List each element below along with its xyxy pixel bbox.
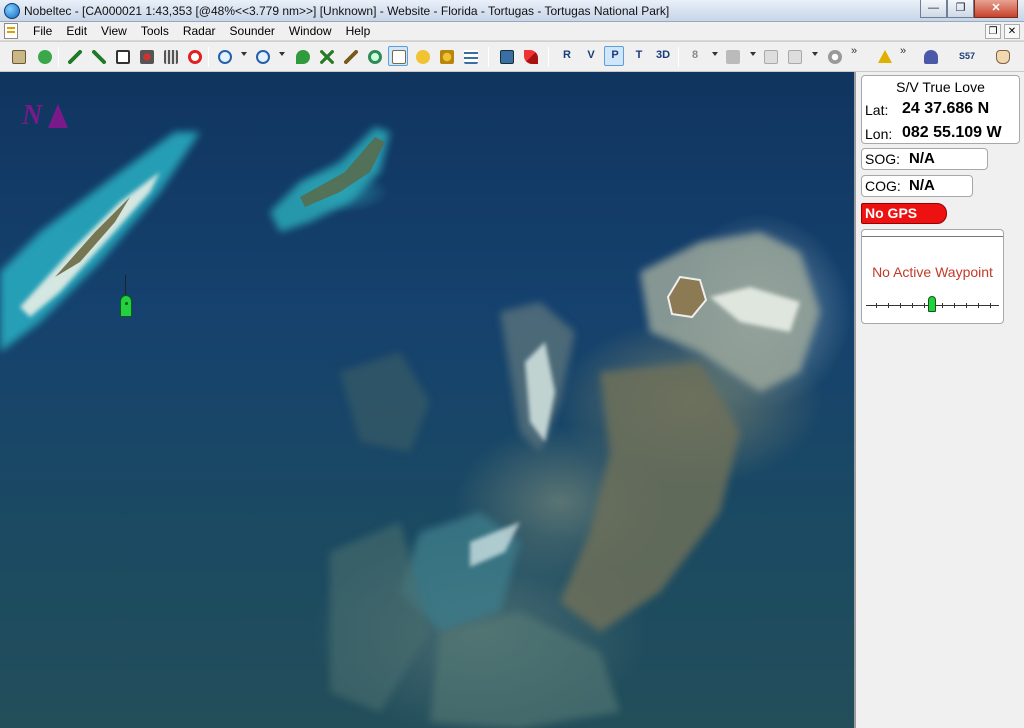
- pan-tool-icon[interactable]: [292, 46, 312, 66]
- zoom-out-icon[interactable]: [214, 46, 234, 66]
- waypoint-status: No Active Waypoint: [872, 264, 993, 280]
- layers-icon[interactable]: [496, 46, 516, 66]
- satellite-map: [0, 127, 820, 728]
- notes-icon[interactable]: [784, 46, 804, 66]
- lat-label: Lat:: [865, 102, 889, 118]
- photo-chart-button[interactable]: P: [604, 46, 624, 66]
- hand-pan-icon[interactable]: [992, 46, 1012, 66]
- chart-catalog-icon[interactable]: [34, 46, 54, 66]
- sog-label: SOG:: [865, 151, 901, 167]
- settings-gear-icon[interactable]: [824, 46, 844, 66]
- menu-bar: File Edit View Tools Radar Sounder Windo…: [0, 22, 1024, 41]
- vessel-icon[interactable]: [120, 275, 132, 317]
- document-icon[interactable]: [4, 23, 18, 39]
- heading-line: [125, 275, 126, 295]
- child-close-button[interactable]: ✕: [1004, 24, 1020, 39]
- route-tool-icon[interactable]: [64, 46, 84, 66]
- zoom-in-icon[interactable]: [252, 46, 272, 66]
- chart-view[interactable]: N: [0, 72, 854, 728]
- child-window-controls: ❐ ✕: [985, 24, 1020, 39]
- vessel-hull: [120, 295, 132, 317]
- menu-sounder[interactable]: Sounder: [223, 24, 282, 40]
- guard-zone-icon[interactable]: [364, 46, 384, 66]
- users-icon[interactable]: [920, 46, 940, 66]
- vessel-name: S/V True Love: [896, 79, 985, 95]
- lon-value: 082 55.109 W: [902, 124, 1002, 141]
- child-restore-button[interactable]: ❐: [985, 24, 1001, 39]
- sog-value: N/A: [909, 150, 935, 167]
- toolbar-overflow-chevron-2[interactable]: »: [900, 45, 906, 57]
- instrument-panel: S/V True Love Lat: 24 37.686 N Lon: 082 …: [854, 72, 1024, 728]
- range-bearing-icon[interactable]: [340, 46, 360, 66]
- menu-radar[interactable]: Radar: [176, 24, 223, 40]
- tide-icon[interactable]: [412, 46, 432, 66]
- cog-value: N/A: [909, 177, 935, 194]
- route-edit-icon[interactable]: [88, 46, 108, 66]
- quilt-button[interactable]: 8: [684, 46, 704, 66]
- table-icon[interactable]: [460, 46, 480, 66]
- 3d-view-button[interactable]: 3D: [652, 46, 672, 66]
- lon-label: Lon:: [865, 126, 893, 142]
- toolbar-overflow-chevron[interactable]: »: [851, 45, 857, 57]
- menu-window[interactable]: Window: [282, 24, 339, 40]
- menu-file[interactable]: File: [26, 24, 59, 40]
- menu-edit[interactable]: Edit: [59, 24, 94, 40]
- title-bar: Nobeltec - [CA000021 1:43,353 [@48%<<3.7…: [0, 0, 1024, 22]
- select-tool-icon[interactable]: [112, 46, 132, 66]
- mark-tool-icon[interactable]: [136, 46, 156, 66]
- toolbar: R V P T 3D 8 » » S57: [0, 42, 1024, 72]
- window-controls: — ❐ ✕: [920, 0, 1018, 18]
- cog-box[interactable]: COG: N/A: [861, 175, 973, 197]
- waypoint-divider: [862, 236, 1003, 237]
- north-label: N: [22, 100, 43, 131]
- gps-status-badge[interactable]: No GPS: [861, 203, 947, 224]
- app-globe-icon: [4, 3, 20, 19]
- measure-tool-icon[interactable]: [316, 46, 336, 66]
- cross-track-vessel-icon: [928, 296, 936, 312]
- minimize-button[interactable]: —: [920, 0, 947, 18]
- overlay-icon[interactable]: [722, 46, 742, 66]
- s57-button[interactable]: S57: [956, 46, 976, 66]
- north-arrow-icon: [48, 104, 69, 128]
- sog-box[interactable]: SOG: N/A: [861, 148, 988, 170]
- menu-view[interactable]: View: [94, 24, 134, 40]
- chart-mode-icon[interactable]: [388, 46, 408, 66]
- cog-label: COG:: [865, 178, 901, 194]
- warning-icon[interactable]: [874, 46, 894, 66]
- nobeltec-window: Nobeltec - [CA000021 1:43,353 [@48%<<3.7…: [0, 0, 1024, 728]
- maximize-button[interactable]: ❐: [947, 0, 974, 18]
- waypoint-box[interactable]: No Active Waypoint: [861, 229, 1004, 324]
- chart-properties-icon[interactable]: [8, 46, 28, 66]
- vector-chart-button[interactable]: V: [580, 46, 600, 66]
- window-title: Nobeltec - [CA000021 1:43,353 [@48%<<3.7…: [24, 4, 670, 18]
- position-box[interactable]: S/V True Love Lat: 24 37.686 N Lon: 082 …: [861, 75, 1020, 144]
- lat-value: 24 37.686 N: [902, 100, 990, 117]
- radar-overlay-button[interactable]: R: [556, 46, 576, 66]
- weather-icon[interactable]: [520, 46, 540, 66]
- grid-tool-icon[interactable]: [160, 46, 180, 66]
- north-indicator: N: [22, 100, 69, 132]
- topo-chart-button[interactable]: T: [628, 46, 648, 66]
- lifering-icon[interactable]: [184, 46, 204, 66]
- report-icon[interactable]: [760, 46, 780, 66]
- menu-help[interactable]: Help: [339, 24, 378, 40]
- current-icon[interactable]: [436, 46, 456, 66]
- close-button[interactable]: ✕: [974, 0, 1018, 18]
- menu-tools[interactable]: Tools: [134, 24, 176, 40]
